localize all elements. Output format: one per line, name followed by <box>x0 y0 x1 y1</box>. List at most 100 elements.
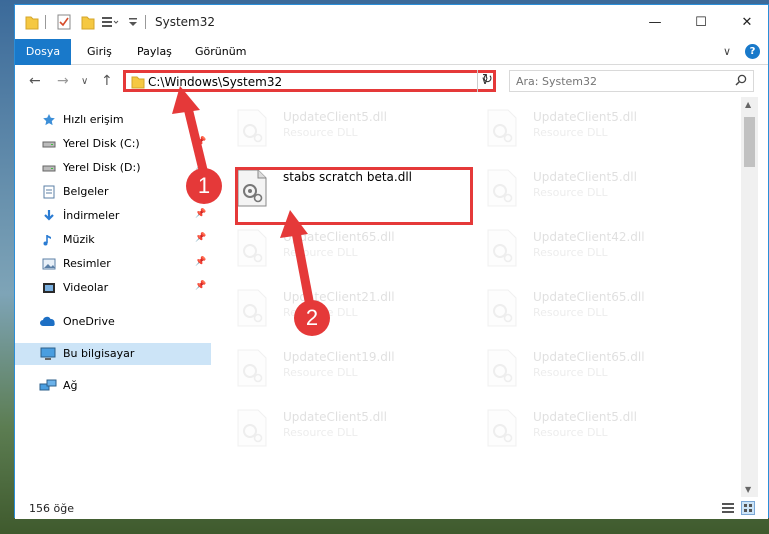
nav-item-videos[interactable]: Videolar 📌 <box>15 277 211 299</box>
nav-item-label: Ağ <box>63 379 78 392</box>
qa-divider <box>45 15 46 29</box>
nav-item-local-disk-c[interactable]: Yerel Disk (C:) 📌 <box>15 133 211 155</box>
search-input[interactable] <box>516 72 716 90</box>
file-item[interactable]: UpdateClient65.dll Resource DLL <box>461 281 701 341</box>
file-item[interactable]: UpdateClient42.dll Resource DLL <box>461 221 701 281</box>
nav-item-label: OneDrive <box>63 315 115 328</box>
file-list: UpdateClient5.dll Resource DLL stabs scr… <box>211 97 741 497</box>
file-item[interactable]: UpdateClient5.dll Resource DLL <box>211 101 451 161</box>
nav-item-pictures[interactable]: Resimler 📌 <box>15 253 211 275</box>
file-type: Resource DLL <box>283 246 358 259</box>
dll-file-icon <box>487 109 517 147</box>
file-type: Resource DLL <box>533 366 608 379</box>
file-name: UpdateClient65.dll <box>533 290 645 304</box>
file-name: UpdateClient21.dll <box>283 290 395 304</box>
tab-share[interactable]: Paylaş <box>127 39 182 65</box>
pin-icon: 📌 <box>195 257 207 267</box>
file-name: UpdateClient5.dll <box>533 170 637 184</box>
dll-file-icon <box>237 409 267 447</box>
pin-icon: 📌 <box>195 281 207 291</box>
music-icon <box>43 235 51 246</box>
file-item[interactable]: UpdateClient5.dll Resource DLL <box>211 401 451 461</box>
help-icon[interactable]: ? <box>745 44 760 59</box>
dll-file-icon <box>487 229 517 267</box>
star-icon <box>43 114 55 126</box>
drive-icon <box>42 165 56 172</box>
title-bar: System32 — ☐ ✕ <box>15 5 768 39</box>
address-bar[interactable]: C:\Windows\System32 ∨ <box>123 70 496 92</box>
nav-item-network[interactable]: Ağ <box>15 375 211 397</box>
nav-item-music[interactable]: Müzik 📌 <box>15 229 211 251</box>
expand-ribbon-button[interactable]: ∨ <box>723 45 731 58</box>
forward-button[interactable]: → <box>57 73 69 89</box>
refresh-button[interactable]: ↻ <box>477 70 497 92</box>
file-type: Resource DLL <box>283 126 358 139</box>
navigation-bar: ← → ∨ ↑ C:\Windows\System32 ∨ ↻ <box>15 65 768 97</box>
nav-item-this-pc[interactable]: Bu bilgisayar <box>15 343 211 365</box>
recent-locations-button[interactable]: ∨ <box>81 76 88 87</box>
tab-view[interactable]: Görünüm <box>185 39 256 65</box>
dll-file-icon <box>237 229 267 267</box>
dll-file-icon <box>487 169 517 207</box>
file-name: UpdateClient19.dll <box>283 350 395 364</box>
file-item[interactable]: UpdateClient5.dll Resource DLL <box>461 101 701 161</box>
nav-item-documents[interactable]: Belgeler 📌 <box>15 181 211 203</box>
minimize-button[interactable]: — <box>632 5 678 39</box>
details-view-icon[interactable] <box>721 501 735 515</box>
file-type: Resource DLL <box>533 186 608 199</box>
documents-icon <box>43 185 55 199</box>
window-title: System32 <box>155 15 216 29</box>
file-name: UpdateClient5.dll <box>533 110 637 124</box>
file-name: UpdateClient5.dll <box>533 410 637 424</box>
file-item[interactable]: UpdateClient65.dll Resource DLL <box>461 341 701 401</box>
qa-dropdown-icon[interactable] <box>127 14 139 30</box>
vertical-scrollbar[interactable]: ▲ ▼ <box>741 97 758 497</box>
new-folder-icon[interactable] <box>81 14 95 30</box>
navigation-pane: Hızlı erişim Yerel Disk (C:) 📌 Yerel Dis… <box>15 97 211 497</box>
search-box[interactable] <box>509 70 754 92</box>
scroll-up-icon[interactable]: ▲ <box>745 100 751 109</box>
nav-item-label: Yerel Disk (D:) <box>63 161 141 174</box>
tab-home[interactable]: Giriş <box>77 39 122 65</box>
folder-icon <box>25 16 39 30</box>
pin-icon: 📌 <box>195 209 207 219</box>
dll-file-icon <box>487 409 517 447</box>
nav-item-label: Videolar <box>63 281 109 294</box>
file-name: UpdateClient5.dll <box>283 110 387 124</box>
file-item[interactable]: UpdateClient21.dll Resource DLL <box>211 281 451 341</box>
nav-item-downloads[interactable]: İndirmeler 📌 <box>15 205 211 227</box>
file-item[interactable]: UpdateClient5.dll Resource DLL <box>461 161 701 221</box>
step-1-badge: 1 <box>186 168 222 204</box>
nav-item-onedrive[interactable]: OneDrive <box>15 311 211 333</box>
pin-icon: 📌 <box>195 137 207 147</box>
computer-icon <box>40 347 56 360</box>
file-type: Resource DLL <box>533 426 608 439</box>
nav-item-label: Müzik <box>63 233 95 246</box>
file-item[interactable]: UpdateClient19.dll Resource DLL <box>211 341 451 401</box>
large-icons-view-icon[interactable] <box>741 501 755 515</box>
file-item[interactable]: UpdateClient5.dll Resource DLL <box>461 401 701 461</box>
back-button[interactable]: ← <box>29 73 41 89</box>
properties-icon[interactable] <box>57 14 71 30</box>
nav-item-local-disk-d[interactable]: Yerel Disk (D:) 📌 <box>15 157 211 179</box>
dll-file-icon <box>487 289 517 327</box>
file-name: UpdateClient5.dll <box>283 410 387 424</box>
file-item[interactable]: UpdateClient65.dll Resource DLL <box>211 221 451 281</box>
search-icon[interactable] <box>735 74 747 86</box>
close-button[interactable]: ✕ <box>724 5 769 39</box>
nav-item-label: Belgeler <box>63 185 109 198</box>
maximize-button[interactable]: ☐ <box>678 5 724 39</box>
address-path[interactable]: C:\Windows\System32 <box>148 75 282 89</box>
up-button[interactable]: ↑ <box>101 73 113 89</box>
nav-item-quick-access[interactable]: Hızlı erişim <box>15 109 211 131</box>
ribbon-tabs: Dosya Giriş Paylaş Görünüm ∨ ? <box>15 39 768 99</box>
cloud-icon <box>40 316 55 326</box>
file-type: Resource DLL <box>533 246 608 259</box>
scrollbar-thumb[interactable] <box>744 117 755 167</box>
step-2-badge: 2 <box>294 300 330 336</box>
customize-qa-icon[interactable] <box>101 14 119 30</box>
drive-icon <box>42 141 56 148</box>
file-name: UpdateClient65.dll <box>533 350 645 364</box>
file-type: Resource DLL <box>283 366 358 379</box>
scroll-down-icon[interactable]: ▼ <box>745 485 751 494</box>
